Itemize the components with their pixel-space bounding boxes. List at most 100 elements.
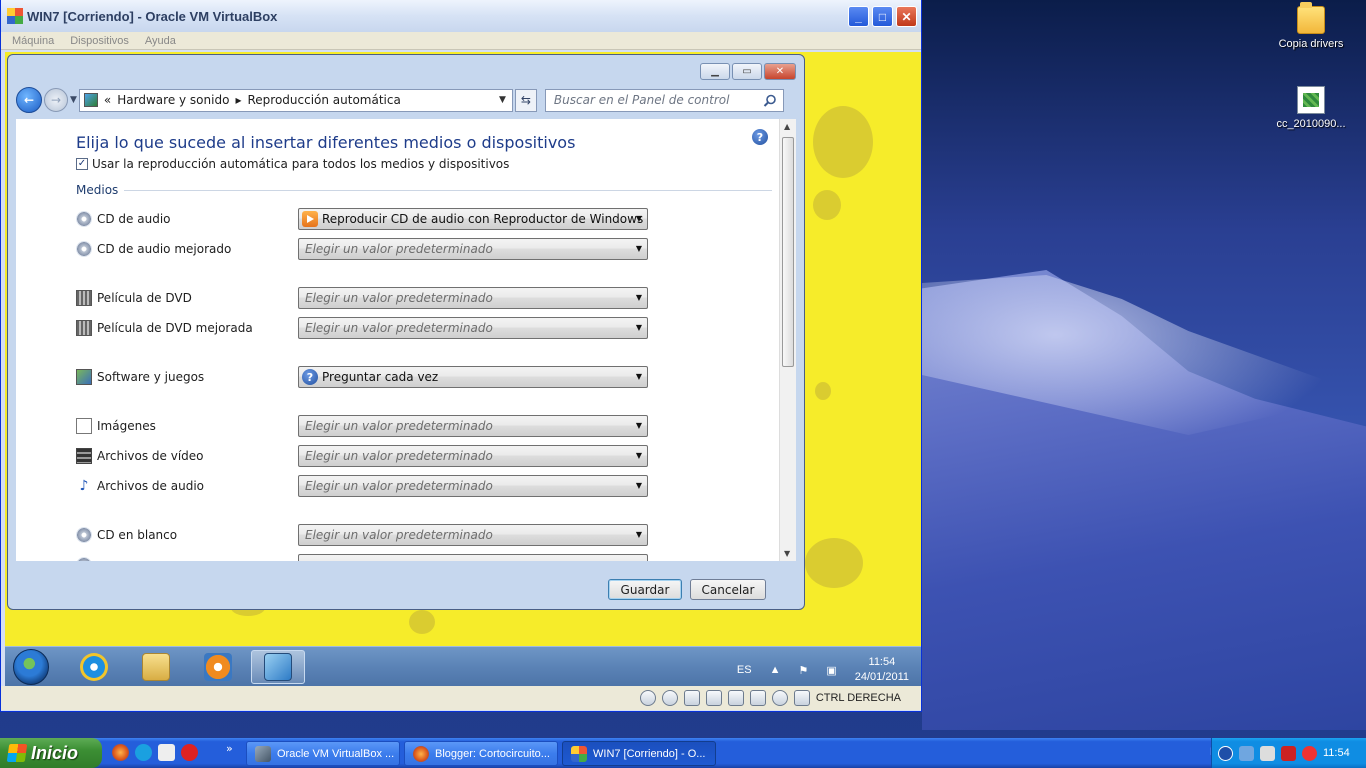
enhanced-dvd-select[interactable]: Elegir un valor predeterminado ▼	[298, 317, 648, 339]
control-panel-icon	[83, 93, 98, 107]
maximize-button[interactable]: □	[872, 6, 893, 27]
virtualbox-window: WIN7 [Corriendo] - Oracle VM VirtualBox …	[0, 0, 922, 712]
explorer-pin[interactable]	[129, 650, 183, 684]
scroll-down-icon[interactable]: ▼	[784, 549, 790, 558]
minimize-button[interactable]: _	[848, 6, 869, 27]
wallpaper-spot	[409, 610, 435, 634]
search-icon[interactable]	[763, 94, 777, 108]
help-icon[interactable]: ?	[752, 129, 768, 145]
network-icon[interactable]	[1239, 745, 1254, 761]
network-adapter-icon[interactable]	[705, 690, 722, 706]
menu-maquina[interactable]: Máquina	[12, 35, 54, 47]
media-label: Software y juegos	[97, 370, 205, 384]
select-value: Elegir un valor predeterminado	[305, 479, 493, 493]
firefox-icon[interactable]	[112, 744, 129, 761]
desktop-icon-copia-drivers[interactable]: Copia drivers	[1266, 2, 1356, 50]
close-button[interactable]: ✕	[896, 6, 917, 27]
autoplay-all-checkbox[interactable]: ✓	[76, 158, 88, 170]
media-group-label: Medios	[76, 183, 119, 197]
start-button[interactable]: Inicio	[0, 738, 102, 768]
home-icon[interactable]	[158, 744, 175, 761]
taskbar-item-blogger[interactable]: Blogger: Cortocircuito...	[404, 741, 558, 766]
video-files-select[interactable]: Elegir un valor predeterminado ▼	[298, 445, 648, 467]
mouse-integration-icon[interactable]	[793, 690, 810, 706]
folder-icon	[1297, 2, 1325, 34]
images-select[interactable]: Elegir un valor predeterminado ▼	[298, 415, 648, 437]
guest-clock[interactable]: 11:54 24/01/2011	[855, 655, 909, 685]
show-icons-icon[interactable]	[1218, 745, 1233, 761]
guest-tray: ES ▲ ⚑ ▣ 11:54 24/01/2011	[737, 655, 909, 685]
app-icon[interactable]	[181, 744, 198, 761]
host-clock[interactable]: 11:54	[1323, 747, 1350, 759]
internet-explorer-icon	[80, 653, 108, 681]
security-icon[interactable]	[1281, 745, 1296, 761]
media-player-pin[interactable]	[191, 650, 245, 684]
search-input[interactable]: Buscar en el Panel de control	[544, 88, 784, 112]
guest-date: 24/01/2011	[854, 671, 909, 683]
autoplay-all-checkbox-row[interactable]: ✓ Usar la reproducción automática para t…	[76, 157, 509, 171]
ie-pin[interactable]	[67, 650, 121, 684]
media-row-audio-files: ♪ Archivos de audio Elegir un valor pred…	[76, 475, 676, 497]
chevron-down-icon: ▼	[635, 421, 642, 430]
cp-minimize-button[interactable]: ▁	[700, 63, 730, 80]
control-panel-pin[interactable]	[251, 650, 305, 684]
breadcrumb-prefix[interactable]: «	[104, 93, 111, 107]
guest-language[interactable]: ES	[737, 664, 752, 676]
breadcrumb-separator[interactable]: ▸	[235, 93, 241, 107]
blank-cd-select[interactable]: Elegir un valor predeterminado ▼	[298, 524, 648, 546]
audio-files-select[interactable]: Elegir un valor predeterminado ▼	[298, 475, 648, 497]
dvd-select[interactable]: Elegir un valor predeterminado ▼	[298, 287, 648, 309]
cp-close-button[interactable]: ✕	[764, 63, 796, 80]
media-row-video-files: Archivos de vídeo Elegir un valor predet…	[76, 445, 676, 467]
control-panel-icon	[264, 653, 292, 681]
taskbar-item-win7[interactable]: WIN7 [Corriendo] - O...	[562, 741, 716, 766]
address-dropdown-icon[interactable]: ▼	[499, 95, 506, 105]
antivirus-icon[interactable]	[1302, 745, 1317, 761]
skype-icon[interactable]	[135, 744, 152, 761]
cp-maximize-button[interactable]: ▭	[732, 63, 762, 80]
desktop-icon-cc-file[interactable]: cc_2010090...	[1266, 86, 1356, 130]
usb-icon[interactable]	[683, 690, 700, 706]
breadcrumb-hardware[interactable]: Hardware y sonido	[117, 93, 229, 107]
quick-launch-more[interactable]: »	[226, 742, 233, 755]
windows-start-orb[interactable]	[13, 649, 49, 685]
virtualization-icon[interactable]	[771, 690, 788, 706]
software-select[interactable]: ? Preguntar cada vez ▼	[298, 366, 648, 388]
shared-folders-icon[interactable]	[727, 690, 744, 706]
wallpaper-spot	[813, 106, 873, 178]
capture-icon[interactable]	[749, 690, 766, 706]
back-button[interactable]: ←	[16, 87, 42, 113]
partial-select[interactable]	[298, 554, 648, 561]
cancel-button[interactable]: Cancelar	[690, 579, 766, 600]
optical-drive-icon[interactable]	[661, 690, 678, 706]
action-center-icon[interactable]: ⚑	[798, 664, 808, 677]
address-bar[interactable]: « Hardware y sonido ▸ Reproducción autom…	[78, 88, 513, 112]
device-icon[interactable]	[1260, 745, 1275, 761]
vertical-scrollbar[interactable]: ▲ ▼	[779, 119, 796, 561]
virtualbox-menubar: Máquina Dispositivos Ayuda	[1, 32, 921, 50]
hard-disk-icon[interactable]	[639, 690, 656, 706]
show-hidden-icons-icon[interactable]: ▲	[770, 664, 781, 676]
menu-dispositivos[interactable]: Dispositivos	[70, 35, 129, 47]
network-icon[interactable]: ▣	[826, 664, 836, 677]
video-files-icon	[76, 448, 92, 464]
taskbar-item-virtualbox[interactable]: Oracle VM VirtualBox ...	[246, 741, 400, 766]
forward-button[interactable]: →	[44, 88, 68, 112]
virtualbox-titlebar[interactable]: WIN7 [Corriendo] - Oracle VM VirtualBox …	[1, 0, 921, 32]
chevron-down-icon: ▼	[635, 214, 642, 223]
scrollbar-thumb[interactable]	[782, 137, 794, 367]
history-dropdown-icon[interactable]: ▼	[70, 95, 77, 105]
scroll-up-icon[interactable]: ▲	[784, 122, 790, 131]
chevron-down-icon: ▼	[635, 244, 642, 253]
refresh-button[interactable]: ⇆	[514, 88, 537, 112]
menu-ayuda[interactable]: Ayuda	[145, 35, 176, 47]
select-value: Preguntar cada vez	[322, 370, 439, 384]
audio-files-icon: ♪	[79, 478, 89, 494]
enhanced-audio-cd-select[interactable]: Elegir un valor predeterminado ▼	[298, 238, 648, 260]
breadcrumb-autoplay[interactable]: Reproducción automática	[247, 93, 400, 107]
audio-cd-select[interactable]: Reproducir CD de audio con Reproductor d…	[298, 208, 648, 230]
desktop-icon-label: Copia drivers	[1278, 38, 1344, 50]
vm-window-icon	[7, 8, 23, 24]
save-button[interactable]: Guardar	[608, 579, 682, 600]
chevron-down-icon: ▼	[635, 323, 642, 332]
